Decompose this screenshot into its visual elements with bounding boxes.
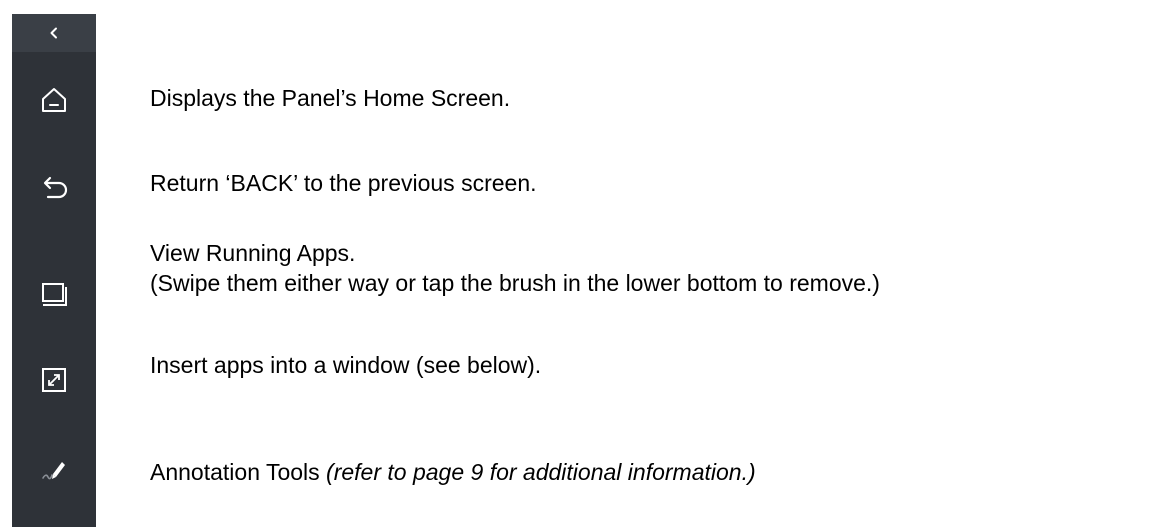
collapse-sidebar-button[interactable]: [30, 14, 78, 52]
home-description: Displays the Panel’s Home Screen.: [150, 85, 511, 111]
home-button[interactable]: [30, 76, 78, 124]
home-icon: [42, 88, 66, 112]
window-mode-button[interactable]: [30, 356, 78, 404]
back-button[interactable]: [30, 163, 78, 211]
recent-apps-description: View Running Apps. (Swipe them either wa…: [150, 238, 880, 298]
window-resize-icon: [42, 368, 66, 392]
annotation-tools-button[interactable]: [30, 445, 78, 493]
recent-apps-description-line-1: View Running Apps.: [150, 240, 356, 266]
pen-annotation-icon: [42, 462, 65, 480]
recent-apps-button[interactable]: [30, 270, 78, 318]
recent-apps-icon: [42, 283, 67, 306]
back-arrow-icon: [43, 176, 68, 199]
recent-apps-description-line-2: (Swipe them either way or tap the brush …: [150, 270, 880, 296]
annotation-description-note: (refer to page 9 for additional informat…: [326, 459, 756, 485]
annotation-description: Annotation Tools (refer to page 9 for ad…: [150, 457, 756, 487]
back-description: Return ‘BACK’ to the previous screen.: [150, 170, 537, 196]
window-description: Insert apps into a window (see below).: [150, 352, 542, 378]
annotation-description-main: Annotation Tools: [150, 459, 327, 485]
navigation-sidebar: [12, 14, 96, 527]
chevron-left-icon: [50, 27, 57, 39]
